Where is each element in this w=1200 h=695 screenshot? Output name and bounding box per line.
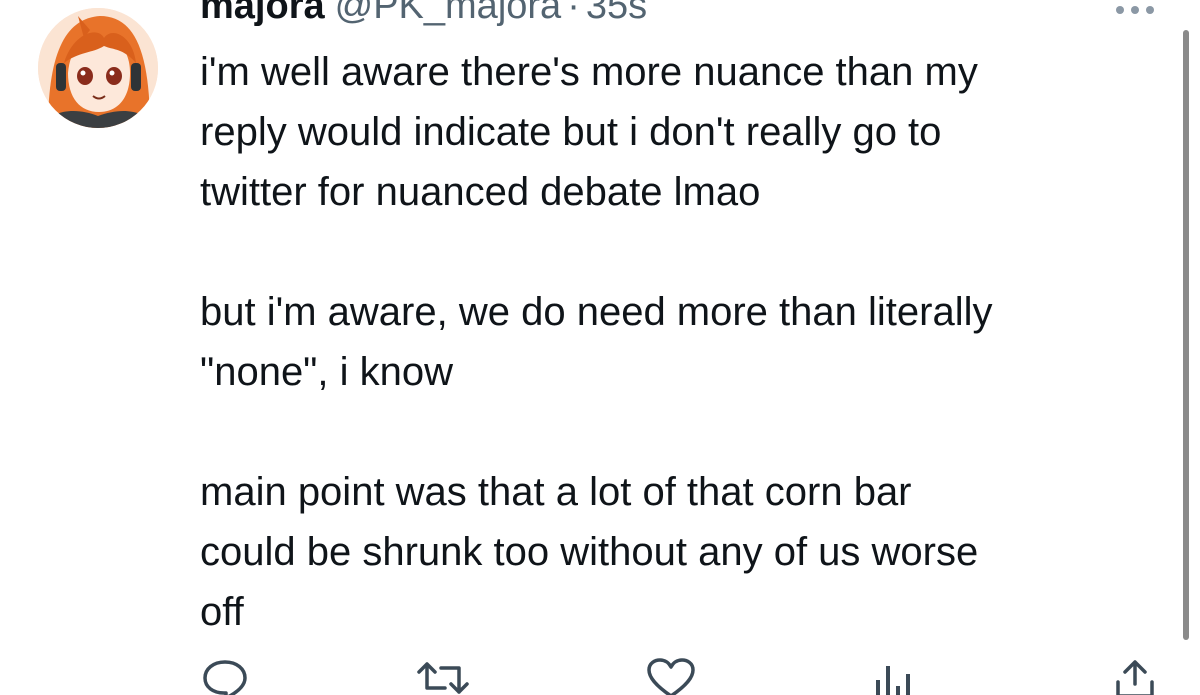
tweet-text: i'm well aware there's more nuance than … [200,42,1160,642]
avatar[interactable] [38,8,158,128]
anime-avatar-icon [38,8,158,128]
like-icon[interactable] [645,658,697,695]
separator-dot: · [567,0,580,27]
more-options-icon[interactable] [1113,3,1157,17]
tweet-paragraph: main point was that a lot of that corn b… [200,470,979,634]
tweet-header: majora @PK_majora · 35s [200,0,647,31]
share-icon[interactable] [1112,658,1158,695]
analytics-icon[interactable] [872,658,916,695]
tweet-actions [0,650,1200,695]
reply-icon[interactable] [200,658,250,695]
display-name[interactable]: majora [200,0,325,27]
timestamp[interactable]: 35s [586,0,647,27]
scrollbar[interactable] [1183,30,1189,640]
user-handle[interactable]: @PK_majora [335,0,562,27]
tweet-paragraph: but i'm aware, we do need more than lite… [200,290,993,394]
retweet-icon[interactable] [415,658,471,695]
tweet-paragraph: i'm well aware there's more nuance than … [200,50,978,214]
tweet[interactable]: majora @PK_majora · 35s i'm well aware ther… [0,0,1200,695]
